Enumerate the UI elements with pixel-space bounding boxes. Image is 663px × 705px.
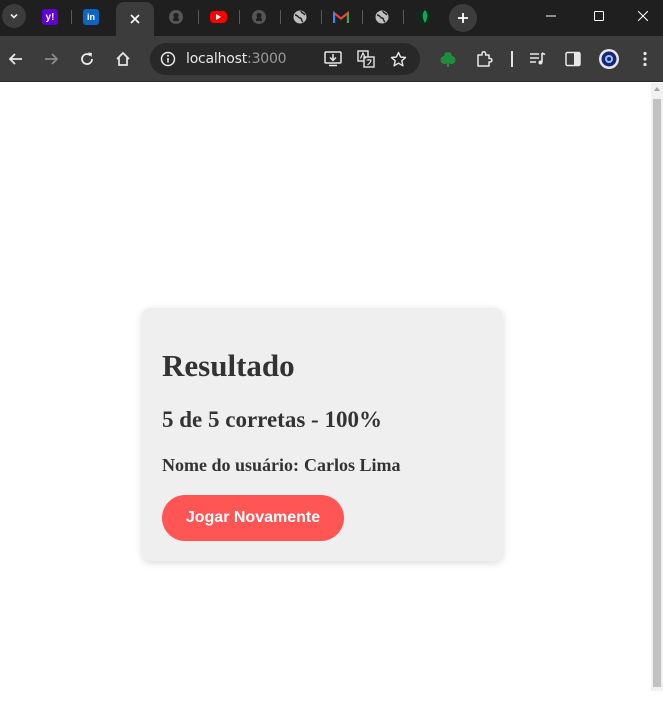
tab-globe-2[interactable] <box>366 4 398 30</box>
scrollbar-thumb[interactable] <box>653 99 661 687</box>
tab-yahoo[interactable]: y! <box>34 4 66 30</box>
maximize-icon <box>594 11 604 21</box>
user-name-value: Carlos Lima <box>304 455 401 475</box>
close-icon <box>637 11 648 21</box>
user-name-line: Nome do usuário: Carlos Lima <box>162 455 401 476</box>
home-button[interactable] <box>109 45 137 73</box>
translate-button[interactable] <box>354 47 378 71</box>
browser-tab-strip: y! in <box>0 0 663 36</box>
url-text: localhost:3000 <box>186 51 287 67</box>
tab-separator <box>403 10 404 24</box>
avatar <box>599 49 619 69</box>
vertical-scrollbar[interactable] <box>651 83 663 691</box>
minimize-button[interactable] <box>528 0 574 32</box>
mongodb-favicon <box>417 9 433 25</box>
tab-separator <box>362 10 363 24</box>
profile-button[interactable] <box>595 45 623 73</box>
tab-separator <box>239 10 240 24</box>
tab-separator <box>280 10 281 24</box>
github-favicon <box>169 10 183 24</box>
github-favicon <box>252 10 266 24</box>
yahoo-favicon: y! <box>42 9 58 25</box>
tab-separator <box>198 10 199 24</box>
user-name-label: Nome do usuário: <box>162 455 300 475</box>
tab-github[interactable] <box>160 4 192 30</box>
bookmark-button[interactable] <box>386 47 410 71</box>
scroll-up-arrow[interactable] <box>654 87 660 91</box>
tab-mongodb[interactable] <box>407 4 443 30</box>
forward-button[interactable] <box>37 45 65 73</box>
tab-github-2[interactable] <box>243 4 275 30</box>
side-panel-icon <box>565 51 581 67</box>
result-card: Resultado 5 de 5 corretas - 100% Nome do… <box>142 308 503 561</box>
browser-toolbar: localhost:3000 <box>0 36 663 82</box>
address-bar[interactable]: localhost:3000 <box>150 43 420 75</box>
globe-favicon <box>293 10 307 24</box>
play-icon <box>216 14 221 20</box>
site-info-button[interactable] <box>156 47 180 71</box>
translate-icon <box>357 50 375 68</box>
star-icon <box>390 51 406 66</box>
page-viewport: Resultado 5 de 5 corretas - 100% Nome do… <box>0 83 663 705</box>
arrow-left-icon <box>8 53 22 65</box>
puzzle-icon <box>477 50 493 67</box>
globe-favicon <box>375 10 389 24</box>
url-host: localhost <box>186 51 248 67</box>
play-again-button[interactable]: Jogar Novamente <box>162 495 344 541</box>
youtube-favicon <box>209 11 227 23</box>
url-port: :3000 <box>247 51 287 67</box>
toolbar-divider <box>511 51 513 67</box>
info-icon <box>160 51 176 67</box>
reload-icon <box>81 52 93 65</box>
tab-globe[interactable] <box>284 4 316 30</box>
tab-youtube[interactable] <box>202 4 234 30</box>
extensions-menu-button[interactable] <box>470 45 498 73</box>
side-panel-button[interactable] <box>559 45 587 73</box>
back-button[interactable] <box>2 45 30 73</box>
tab-active[interactable] <box>116 2 154 36</box>
tree-extension-icon <box>440 52 456 67</box>
extension-button[interactable] <box>434 45 462 73</box>
more-vertical-icon <box>643 51 647 67</box>
maximize-button[interactable] <box>576 0 622 32</box>
chevron-down-icon <box>10 13 18 19</box>
minimize-icon <box>546 15 556 17</box>
tab-separator <box>71 10 72 24</box>
tab-search-button[interactable] <box>2 4 26 28</box>
close-icon[interactable] <box>129 13 141 25</box>
install-app-icon <box>324 51 342 67</box>
tab-gmail[interactable] <box>325 4 357 30</box>
install-app-button[interactable] <box>321 47 345 71</box>
new-tab-button[interactable] <box>449 4 477 32</box>
arrow-right-icon <box>45 53 59 65</box>
gmail-favicon <box>333 10 349 23</box>
close-window-button[interactable] <box>622 0 663 32</box>
queue-music-icon <box>530 52 546 65</box>
result-title: Resultado <box>162 348 295 383</box>
linkedin-favicon: in <box>83 9 99 25</box>
tab-linkedin[interactable]: in <box>75 4 107 30</box>
reload-button[interactable] <box>73 45 101 73</box>
score-text: 5 de 5 corretas - 100% <box>162 407 382 432</box>
media-control-button[interactable] <box>524 45 552 73</box>
plus-icon <box>458 13 468 23</box>
tab-separator <box>321 10 322 24</box>
browser-menu-button[interactable] <box>631 45 659 73</box>
home-icon <box>116 51 130 66</box>
